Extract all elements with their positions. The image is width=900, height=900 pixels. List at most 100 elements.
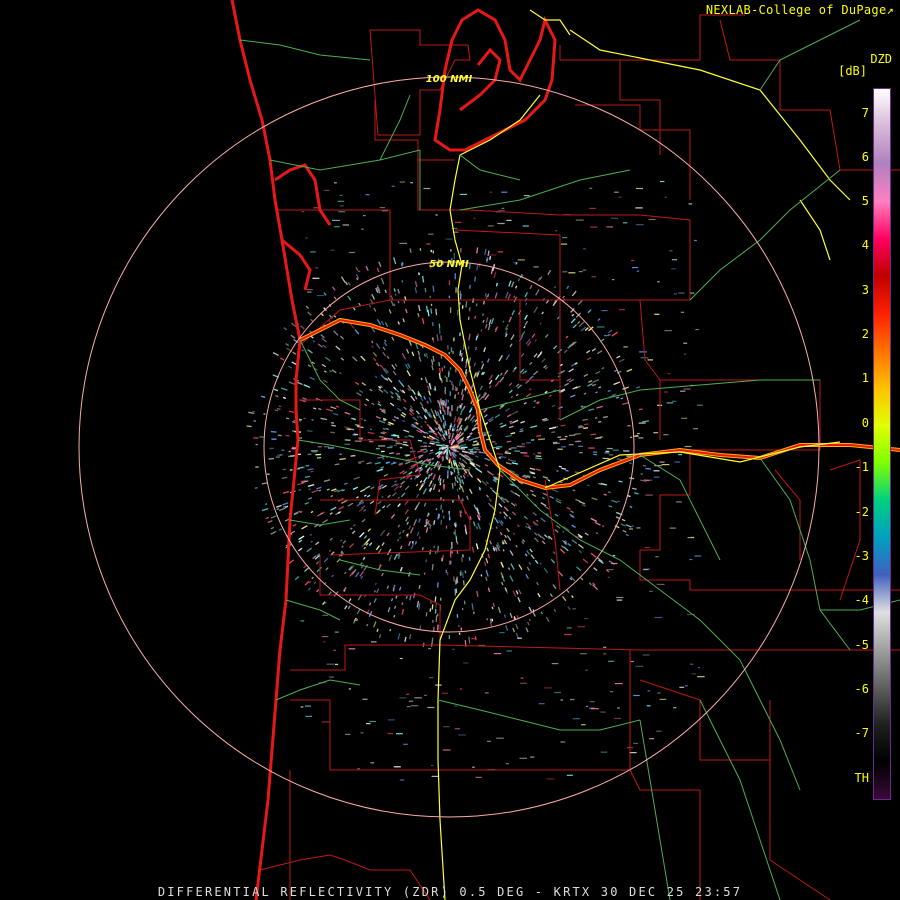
radar-pixel (562, 271, 568, 273)
radar-pixel (630, 436, 633, 438)
radar-pixel (589, 207, 596, 209)
radar-pixel (472, 766, 475, 768)
radar-pixel (636, 224, 644, 226)
radar-pixel (321, 636, 329, 638)
radar-pixel (279, 454, 283, 456)
radar-pixel (313, 207, 319, 209)
radar-pixel (496, 737, 504, 739)
radar-pixel (387, 719, 395, 721)
radar-pixel (440, 597, 442, 601)
radar-pixel (432, 619, 434, 623)
range-label-50: 50 NMI (429, 259, 469, 270)
radar-pixel (453, 337, 455, 342)
radar-pixel (317, 446, 322, 448)
radar-pixel (681, 417, 688, 419)
radar-pixel (592, 451, 598, 453)
radar-pixel (321, 721, 330, 723)
radar-pixel (635, 187, 643, 190)
colorbar-tick: 4 (861, 238, 869, 252)
radar-pixel (649, 738, 655, 740)
radar-pixel (451, 381, 453, 386)
radar-pixel (454, 273, 457, 280)
radar-pixel (669, 250, 673, 252)
external-link-icon[interactable]: ↗ (886, 3, 894, 17)
radar-pixel (334, 182, 337, 184)
radar-pixel (636, 270, 640, 272)
radar-pixel (589, 187, 593, 189)
radar-pixel (649, 590, 653, 592)
radar-pixel (365, 194, 370, 196)
radar-pixel (690, 663, 694, 665)
radar-pixel (697, 667, 700, 669)
radar-pixel (288, 450, 291, 453)
radar-pixel (579, 452, 583, 454)
radar-pixel (697, 676, 705, 678)
radar-pixel (363, 215, 366, 217)
radar-pixel (448, 514, 451, 521)
radar-pixel (323, 602, 327, 604)
radar-pixel (519, 757, 527, 759)
radar-pixel (617, 707, 620, 709)
radar-pixel (513, 262, 518, 264)
credit-text[interactable]: NEXLAB-College of DuPage (706, 3, 887, 17)
radar-pixel (564, 435, 568, 438)
product-code: DZD (870, 52, 892, 66)
radar-pixel (578, 445, 584, 447)
radar-pixel (447, 412, 449, 416)
radar-pixel (497, 222, 505, 225)
radar-pixel (601, 310, 608, 312)
radar-pixel (646, 705, 651, 707)
radar-pixel (568, 444, 574, 446)
radar-pixel (688, 203, 693, 205)
credit-label[interactable]: NEXLAB-College of DuPage↗ (706, 3, 894, 17)
radar-pixel (554, 230, 558, 232)
colorbar-tick: TH (854, 771, 869, 785)
radar-pixel (585, 669, 588, 671)
colorbar-tick: -4 (854, 593, 869, 607)
radar-pixel (360, 732, 364, 734)
radar-pixel (348, 251, 355, 254)
radar-pixel (610, 217, 619, 219)
radar-pixel (269, 447, 274, 450)
radar-pixel (522, 225, 529, 227)
radar-pixel (448, 295, 451, 298)
radar-pixel (671, 268, 676, 270)
radar-pixel (560, 699, 563, 701)
radar-pixel (378, 445, 386, 447)
radar-pixel (694, 239, 697, 242)
radar-pixel (452, 350, 454, 354)
colorbar-tick: 0 (861, 416, 869, 430)
radar-pixel (557, 448, 563, 450)
radar-pixel (307, 291, 312, 293)
radar-pixel (406, 693, 410, 695)
radar-pixel (305, 715, 313, 717)
radar-pixel (399, 181, 405, 183)
radar-pixel (609, 691, 614, 693)
radar-pixel (664, 196, 667, 198)
radar-pixel (451, 408, 453, 412)
radar-pixel (607, 576, 610, 578)
radar-pixel (564, 633, 572, 636)
radar-pixel (458, 632, 461, 635)
radar-pixel (645, 494, 653, 496)
radar-pixel (448, 635, 450, 640)
radar-pixel (391, 185, 395, 187)
radar-pixel (449, 551, 452, 558)
radar-pixel (583, 248, 586, 250)
radar-pixel (654, 313, 660, 315)
radar-pixel (637, 432, 640, 435)
radar-pixel (566, 774, 573, 776)
radar-pixel (618, 309, 625, 311)
radar-pixel (334, 631, 339, 633)
radar-pixel (653, 476, 660, 478)
radar-pixel (495, 447, 500, 450)
radar-pixel (576, 440, 580, 442)
colorbar-tick: 1 (861, 371, 869, 385)
radar-pixel (339, 194, 343, 196)
radar-pixel (396, 733, 403, 735)
radar-pixel (442, 515, 445, 519)
radar-pixel (445, 569, 447, 574)
radar-pixel (614, 717, 621, 720)
radar-pixel (332, 219, 340, 221)
radar-pixel (498, 209, 505, 212)
